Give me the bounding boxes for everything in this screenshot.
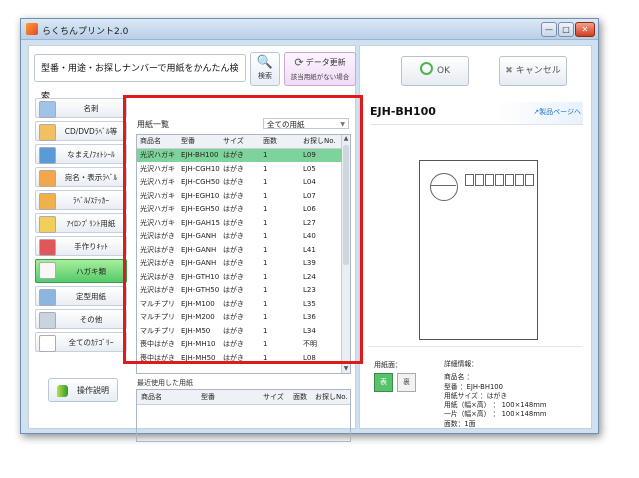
- search-button-label: 検索: [258, 72, 272, 80]
- recent-table-header: 商品名 型番 サイズ 面数 お探しNo.: [137, 390, 350, 405]
- search-input[interactable]: 型番・用途・お探しナンバーで用紙をかんたん検索: [34, 54, 246, 102]
- category-item[interactable]: なまえ/ﾌｫﾄｼｰﾙ: [35, 144, 127, 164]
- recent-papers-table: 商品名 型番 サイズ 面数 お探しNo.: [136, 389, 351, 442]
- stamp-area: [430, 173, 458, 201]
- recent-column-count: 面数: [293, 393, 307, 401]
- category-icon: [39, 170, 56, 187]
- search-icon: 🔍: [256, 55, 274, 70]
- category-label: 宛名・表示ﾗﾍﾞﾙ: [64, 173, 118, 182]
- postal-code-box: [525, 174, 534, 186]
- category-item[interactable]: その他: [35, 309, 127, 329]
- category-label: その他: [79, 315, 103, 324]
- detail-line: 型番 ：EJH-BH100: [444, 382, 503, 391]
- category-item[interactable]: ｱｲﾛﾝﾌﾟﾘﾝﾄ用紙: [35, 213, 127, 233]
- postal-code-box: [485, 174, 494, 186]
- bookmark-icon: [57, 385, 68, 397]
- category-icon: [39, 335, 56, 352]
- category-icon: [39, 147, 56, 164]
- category-item[interactable]: CD/DVDﾗﾍﾞﾙ等: [35, 121, 127, 141]
- recent-column-name: 商品名: [141, 393, 162, 401]
- recent-papers-label: 最近使用した用紙: [137, 379, 193, 387]
- front-side-button[interactable]: 表: [374, 373, 393, 392]
- highlight-frame: [123, 95, 363, 364]
- back-side-button[interactable]: 裏: [397, 373, 416, 392]
- category-icon: [39, 101, 56, 118]
- stamp-line: [430, 185, 456, 186]
- update-data-button[interactable]: ⟳ データ更新 該当用紙がない場合: [284, 52, 356, 86]
- postal-code-box: [505, 174, 514, 186]
- category-label: ﾗﾍﾞﾙ/ｽﾃｯｶｰ: [72, 196, 110, 205]
- detail-line: 面数：1面: [444, 419, 476, 428]
- detail-info: 詳細情報： 商品名 ： 型番 ：EJH-BH100 用紙サイズ ：はがき 用紙（…: [444, 360, 584, 429]
- cancel-button[interactable]: ✖ キャンセル: [499, 56, 567, 86]
- category-item[interactable]: 宛名・表示ﾗﾍﾞﾙ: [35, 167, 127, 187]
- postal-code-box: [475, 174, 484, 186]
- product-page-link[interactable]: ↗製品ページへ: [533, 107, 581, 117]
- ok-label: OK: [437, 66, 450, 76]
- maximize-button[interactable]: □: [558, 22, 574, 37]
- app-icon: [26, 23, 38, 35]
- refresh-icon: ⟳: [294, 56, 304, 69]
- category-label: 手作りｷｯﾄ: [74, 242, 108, 251]
- category-icon: [39, 239, 56, 256]
- paper-preview: [419, 160, 538, 340]
- recent-column-model: 型番: [201, 393, 215, 401]
- detail-line: 一片（幅×高） ： 100×148mm: [444, 410, 547, 419]
- category-icon: [39, 193, 56, 210]
- product-header: EJH-BH100 ↗製品ページへ: [370, 102, 583, 125]
- category-label: CD/DVDﾗﾍﾞﾙ等: [64, 127, 118, 136]
- help-button-label: 操作説明: [77, 386, 109, 395]
- postal-code-box: [515, 174, 524, 186]
- category-icon: [39, 262, 56, 279]
- category-item[interactable]: 手作りｷｯﾄ: [35, 236, 127, 256]
- category-item[interactable]: 全てのｶﾃｺﾞﾘｰ: [35, 332, 127, 352]
- close-button[interactable]: ✕: [575, 22, 595, 37]
- category-label: 定型用紙: [76, 292, 106, 301]
- category-label: ｱｲﾛﾝﾌﾟﾘﾝﾄ用紙: [66, 219, 116, 228]
- recent-column-search-no: お探しNo.: [315, 393, 348, 401]
- category-icon: [39, 216, 56, 233]
- window-title: らくちんプリント2.0: [42, 27, 129, 37]
- detail-line: 用紙サイズ ：はがき: [444, 391, 508, 400]
- product-model: EJH-BH100: [370, 105, 436, 118]
- category-list: 名刺 CD/DVDﾗﾍﾞﾙ等 なまえ/ﾌｫﾄｼｰﾙ 宛名・表示ﾗﾍﾞﾙ ﾗﾍﾞﾙ/ｽﾃｯ…: [35, 98, 127, 355]
- close-icon: ✖: [505, 66, 513, 76]
- ok-circle-icon: [420, 62, 433, 75]
- category-icon: [39, 289, 56, 306]
- scroll-down-icon[interactable]: ▼: [342, 365, 350, 373]
- right-pane: OK ✖ キャンセル EJH-BH100 ↗製品ページへ 用紙面： 表 裏 詳細情…: [359, 45, 592, 429]
- category-item[interactable]: 名刺: [35, 98, 127, 118]
- recent-column-size: サイズ: [263, 393, 284, 401]
- category-icon: [39, 312, 56, 329]
- detail-line: 商品名 ：: [444, 373, 474, 382]
- category-icon: [39, 124, 56, 141]
- category-item[interactable]: ハガキ類: [35, 259, 127, 283]
- title-bar: らくちんプリント2.0 — □ ✕: [21, 19, 598, 40]
- info-divider: [368, 346, 583, 347]
- category-item[interactable]: 定型用紙: [35, 286, 127, 306]
- product-page-link-label: 製品ページへ: [539, 108, 581, 116]
- postal-code-box: [495, 174, 504, 186]
- help-button[interactable]: 操作説明: [48, 378, 118, 402]
- search-button[interactable]: 🔍 検索: [250, 52, 280, 86]
- postal-code-box: [465, 174, 474, 186]
- ok-button[interactable]: OK: [401, 56, 469, 86]
- update-data-sublabel: 該当用紙がない場合: [290, 73, 350, 81]
- update-data-label: データ更新: [305, 58, 346, 67]
- category-label: 名刺: [83, 104, 99, 113]
- category-label: ハガキ類: [76, 267, 106, 276]
- category-label: なまえ/ﾌｫﾄｼｰﾙ: [67, 150, 115, 159]
- category-item[interactable]: ﾗﾍﾞﾙ/ｽﾃｯｶｰ: [35, 190, 127, 210]
- cancel-label: キャンセル: [515, 66, 561, 76]
- minimize-button[interactable]: —: [541, 22, 557, 37]
- category-label: 全てのｶﾃｺﾞﾘｰ: [68, 338, 114, 347]
- detail-info-title: 詳細情報：: [444, 360, 478, 368]
- paper-side-label: 用紙面：: [374, 361, 402, 369]
